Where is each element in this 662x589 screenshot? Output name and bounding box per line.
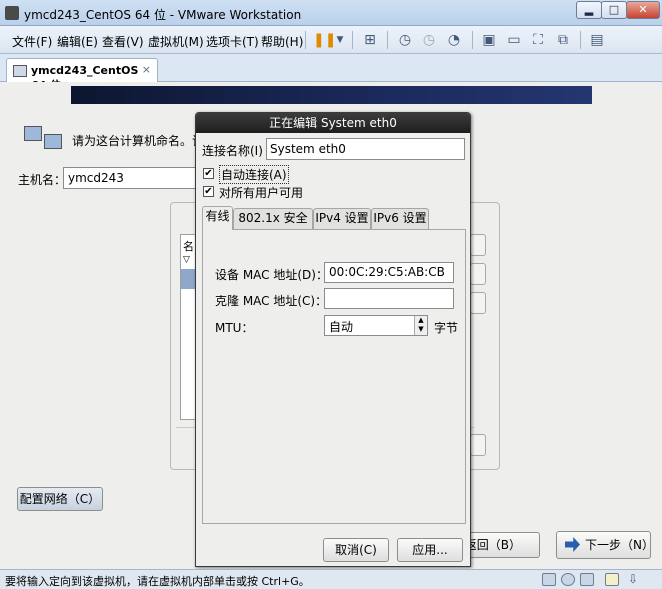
menu-file[interactable]: 文件(F) [12,33,52,50]
show-library-icon[interactable]: ▣ [480,31,498,49]
console-view-icon[interactable]: ▤ [588,31,606,49]
installer-banner [71,86,592,104]
tab-ipv4-settings[interactable]: IPv4 设置 [313,208,371,229]
network-adapter-icon[interactable] [580,573,594,586]
maximize-button[interactable]: □ [601,1,627,19]
all-users-label[interactable]: 对所有用户可用 [219,184,303,201]
menubar: 文件(F) 编辑(E) 查看(V) 虚拟机(M) 选项卡(T) 帮助(H) ❚❚… [0,26,662,54]
connection-name-input[interactable]: System eth0 [266,138,465,160]
dialog-title: 正在编辑 System eth0 [196,113,470,133]
edit-connection-button[interactable] [470,263,486,285]
cloned-mac-input[interactable] [324,288,454,309]
mtu-unit: 字节 [434,321,459,335]
tab-8021x-security[interactable]: 802.1x 安全性 [233,208,313,244]
list-header: 名 [183,240,194,253]
mtu-label: MTU： [215,321,254,335]
vm-icon [13,65,27,77]
menu-view[interactable]: 查看(V) [102,33,144,50]
vmware-app-icon [5,6,19,20]
pause-icon[interactable]: ❚❚ [313,31,336,49]
close-tab-icon[interactable]: × [142,63,151,76]
wired-tab-panel: 设备 MAC 地址(D)： 00:0C:29:C5:AB:CB 克隆 MAC 地… [202,229,466,524]
status-text: 要将输入定向到该虚拟机，请在虚拟机内部单击或按 Ctrl+G。 [5,575,310,588]
menu-edit[interactable]: 编辑(E) [57,33,98,50]
snapshot-manager-icon[interactable]: ◔ [445,31,463,49]
chevron-down-icon[interactable]: ▼ [331,31,349,49]
toolbar-separator [352,31,353,49]
minimize-button[interactable]: ▂ [576,1,602,19]
auto-connect-checkbox[interactable]: ✔ [203,168,214,179]
connection-name-label: 连接名称(I) [202,144,263,158]
statusbar: 要将输入定向到该虚拟机，请在虚拟机内部单击或按 Ctrl+G。 ⇩ [0,569,662,589]
menu-help[interactable]: 帮助(H) [261,33,303,50]
device-mac-label: 设备 MAC 地址(D)： [215,268,328,282]
cd-rom-icon[interactable] [561,573,575,586]
toolbar-separator [305,31,306,49]
cloned-mac-label: 克隆 MAC 地址(C)： [215,294,328,308]
tab-ipv6-settings[interactable]: IPv6 设置 [371,208,429,229]
add-connection-button[interactable] [470,234,486,256]
edit-connection-dialog: 正在编辑 System eth0 连接名称(I) System eth0 ✔ 自… [195,112,471,567]
mtu-value: 自动 [329,320,354,334]
auto-connect-label[interactable]: 自动连接(A) [219,165,289,184]
tab-wired[interactable]: 有线 [202,206,233,230]
next-button-label: 下一步（N） [585,538,654,552]
cancel-button[interactable]: 取消(C) [323,538,389,562]
tab-vm[interactable]: ymcd243_CentOS 64 位 × [6,58,158,92]
close-connections-button[interactable] [470,434,486,456]
revert-snapshot-icon[interactable]: ◷ [420,31,438,49]
message-log-icon[interactable] [605,573,619,586]
mtu-spinner[interactable]: 自动 ▲ ▼ [324,315,428,336]
arrow-down-icon[interactable]: ⇩ [628,573,642,586]
snapshot-icon[interactable]: ◷ [396,31,414,49]
thumbnail-bar-icon[interactable]: ▭ [505,31,523,49]
send-keys-icon[interactable]: ⊞ [361,31,379,49]
full-screen-icon[interactable]: ⛶ [529,31,547,49]
window-title: ymcd243_CentOS 64 位 - VMware Workstation [24,8,302,22]
toolbar-separator [580,31,581,49]
hard-disk-icon[interactable] [542,573,556,586]
network-computers-icon [24,126,66,156]
back-button[interactable]: 返回（B） [462,532,540,558]
close-button[interactable]: ✕ [626,1,660,19]
spin-arrows-icon[interactable]: ▲ ▼ [414,316,427,335]
toolbar-separator [472,31,473,49]
next-button[interactable]: 下一步（N） [556,531,654,559]
expand-arrow-icon[interactable]: ▽ [183,255,190,265]
toolbar-separator [387,31,388,49]
all-users-checkbox[interactable]: ✔ [203,186,214,197]
arrow-right-icon [565,537,580,552]
hostname-label: 主机名： [18,173,67,187]
window-titlebar: ymcd243_CentOS 64 位 - VMware Workstation… [0,0,662,26]
menu-vm[interactable]: 虚拟机(M) [148,33,204,50]
delete-connection-button[interactable] [470,292,486,314]
unity-icon[interactable]: ⧉ [554,31,572,49]
apply-button[interactable]: 应用... [397,538,463,562]
hostname-input[interactable]: ymcd243 [63,167,203,189]
configure-network-button[interactable]: 配置网络（C） [17,487,103,511]
device-mac-input[interactable]: 00:0C:29:C5:AB:CB [324,262,454,283]
vm-tabbar: ymcd243_CentOS 64 位 × [0,54,662,92]
menu-tabs[interactable]: 选项卡(T) [206,33,259,50]
